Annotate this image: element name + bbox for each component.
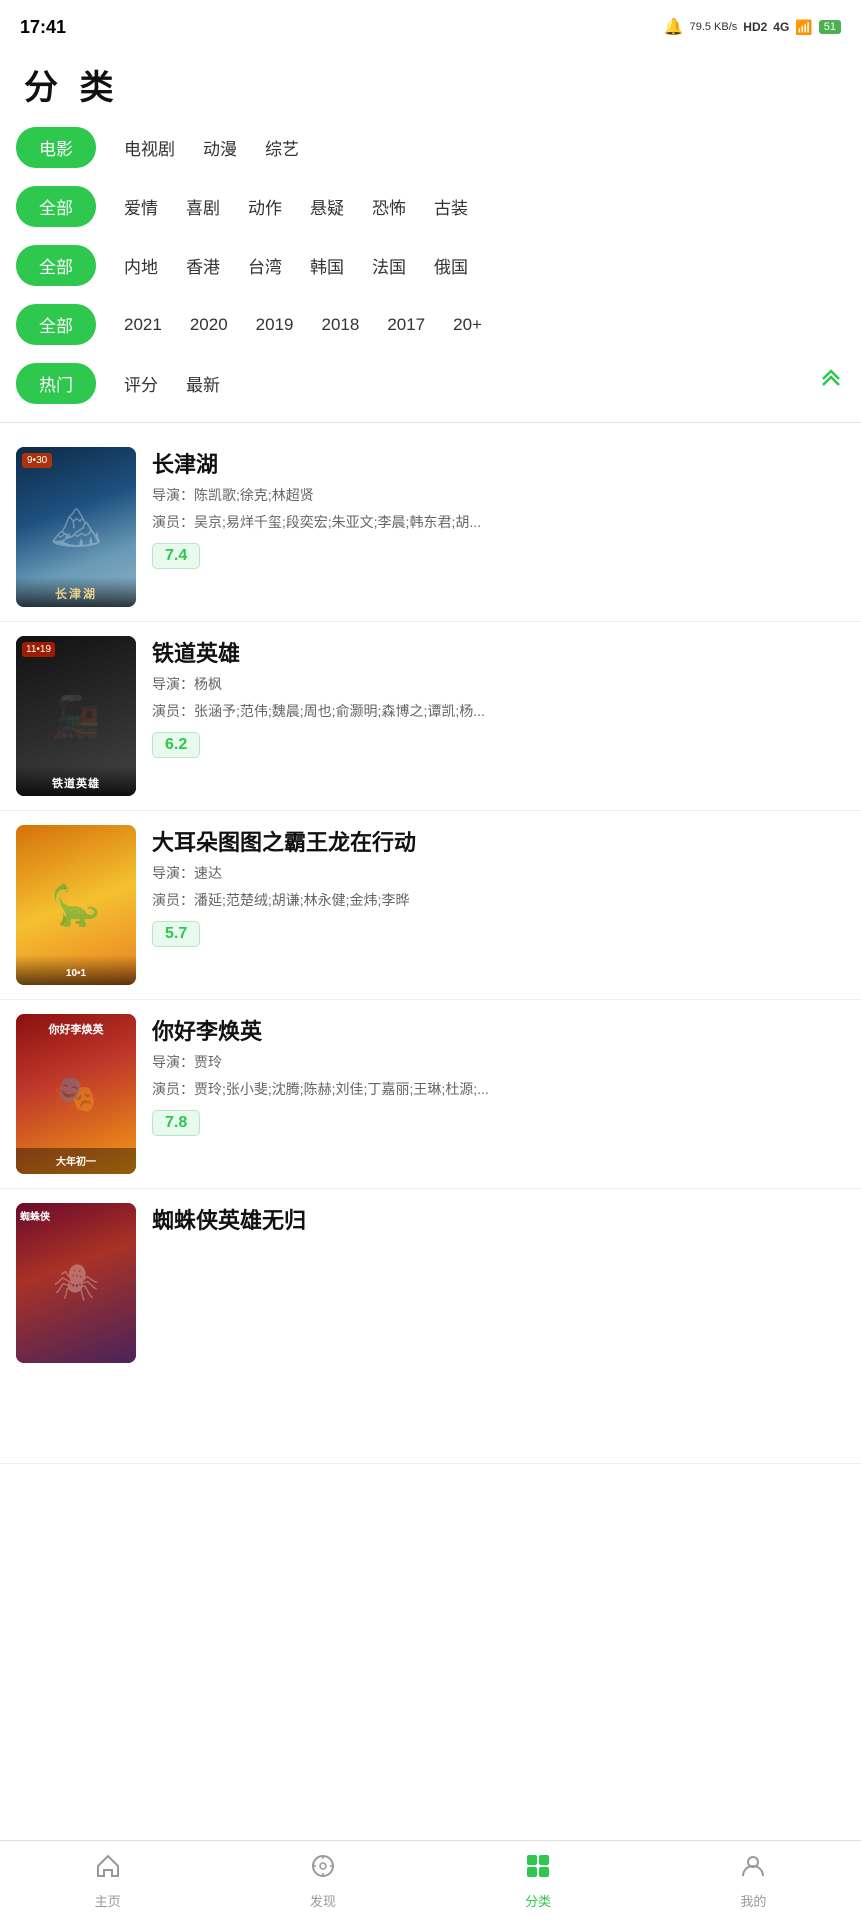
profile-icon — [739, 1852, 767, 1887]
notification-icon: 🔔 — [664, 17, 684, 37]
nav-profile-label: 我的 — [740, 1891, 766, 1910]
nav-category-label: 分类 — [525, 1891, 551, 1910]
movie-info-3: 大耳朵图图之霸王龙在行动 导演：速达 演员：潘延;范楚绒;胡谦;林永健;金炜;李… — [152, 825, 845, 947]
movie-poster-1: 长津湖 🏔 9•30 — [16, 447, 136, 607]
status-time: 17:41 — [20, 17, 66, 38]
movie-director-1: 导演：陈凯歌;徐克;林超贤 — [152, 485, 845, 506]
filter-newest[interactable]: 最新 — [186, 371, 220, 396]
movie-info-4: 你好李焕英 导演：贾玲 演员：贾玲;张小斐;沈腾;陈赫;刘佳;丁嘉丽;王琳;杜源… — [152, 1014, 845, 1136]
movie-poster-3: 🦕 10•1 — [16, 825, 136, 985]
filter-row-year: 全部 2021 2020 2019 2018 2017 20+ — [16, 304, 845, 345]
movie-poster-4: 🎭 大年初一 你好李焕英 — [16, 1014, 136, 1174]
movie-rating-2: 6.2 — [152, 732, 200, 758]
movie-list: 长津湖 🏔 9•30 长津湖 导演：陈凯歌;徐克;林超贤 演员：吴京;易烊千玺;… — [0, 423, 861, 1474]
movie-actors-2: 演员：张涵予;范伟;魏晨;周也;俞灏明;森博之;谭凯;杨... — [152, 701, 845, 722]
bottom-nav: 主页 发现 分类 我的 — [0, 1840, 861, 1920]
filter-rating[interactable]: 评分 — [124, 371, 158, 396]
filter-variety[interactable]: 综艺 — [265, 135, 299, 160]
filter-horror[interactable]: 恐怖 — [372, 194, 406, 219]
movie-item-3[interactable]: 🦕 10•1 大耳朵图图之霸王龙在行动 导演：速达 演员：潘延;范楚绒;胡谦;林… — [0, 811, 861, 1000]
filter-2021[interactable]: 2021 — [124, 315, 162, 335]
filter-france[interactable]: 法国 — [372, 253, 406, 278]
filter-tv-drama[interactable]: 电视剧 — [124, 135, 175, 160]
filter-active-hot[interactable]: 热门 — [16, 363, 96, 404]
battery-icon: 51 — [819, 20, 841, 34]
movie-actors-4: 演员：贾玲;张小斐;沈腾;陈赫;刘佳;丁嘉丽;王琳;杜源;... — [152, 1079, 845, 1100]
nav-home-label: 主页 — [95, 1891, 121, 1910]
movie-info-5: 蜘蛛侠英雄无归 — [152, 1203, 845, 1235]
filter-korea[interactable]: 韩国 — [310, 253, 344, 278]
nav-home[interactable]: 主页 — [0, 1841, 215, 1920]
movie-actors-1: 演员：吴京;易烊千玺;段奕宏;朱亚文;李晨;韩东君;胡... — [152, 512, 845, 533]
filter-section: 电影 电视剧 动漫 综艺 全部 爱情 喜剧 动作 悬疑 恐怖 古装 全部 内地 … — [0, 127, 861, 404]
filter-row-sort: 热门 评分 最新 — [16, 363, 845, 404]
movie-info-2: 铁道英雄 导演：杨枫 演员：张涵予;范伟;魏晨;周也;俞灏明;森博之;谭凯;杨.… — [152, 636, 845, 758]
filter-mystery[interactable]: 悬疑 — [310, 194, 344, 219]
signal-icon: 📶 — [795, 19, 812, 36]
status-bar: 17:41 🔔 79.5 KB/s HD2 4G 📶 51 — [0, 0, 861, 50]
movie-info-1: 长津湖 导演：陈凯歌;徐克;林超贤 演员：吴京;易烊千玺;段奕宏;朱亚文;李晨;… — [152, 447, 845, 569]
movie-rating-4: 7.8 — [152, 1110, 200, 1136]
movie-poster-5: 🕷 蜘蛛侠 — [16, 1203, 136, 1363]
nav-discover-label: 发现 — [310, 1891, 336, 1910]
movie-item-5[interactable]: 🕷 蜘蛛侠 蜘蛛侠英雄无归 — [0, 1189, 861, 1464]
movie-item-4[interactable]: 🎭 大年初一 你好李焕英 你好李焕英 导演：贾玲 演员：贾玲;张小斐;沈腾;陈赫… — [0, 1000, 861, 1189]
filter-row-region: 全部 内地 香港 台湾 韩国 法国 俄国 — [16, 245, 845, 286]
filter-hk[interactable]: 香港 — [186, 253, 220, 278]
filter-active-all-year[interactable]: 全部 — [16, 304, 96, 345]
filter-taiwan[interactable]: 台湾 — [248, 253, 282, 278]
filter-2018[interactable]: 2018 — [321, 315, 359, 335]
category-icon — [524, 1852, 552, 1887]
movie-poster-2: 🚂 铁道英雄 11•19 — [16, 636, 136, 796]
filter-active-movie[interactable]: 电影 — [16, 127, 96, 168]
filter-action[interactable]: 动作 — [248, 194, 282, 219]
filter-russia[interactable]: 俄国 — [434, 253, 468, 278]
movie-rating-1: 7.4 — [152, 543, 200, 569]
filter-romance[interactable]: 爱情 — [124, 194, 158, 219]
collapse-icon[interactable] — [817, 367, 845, 401]
filter-active-all-genre[interactable]: 全部 — [16, 186, 96, 227]
movie-director-2: 导演：杨枫 — [152, 674, 845, 695]
speed-indicator: 79.5 KB/s — [690, 21, 738, 33]
filter-2017[interactable]: 2017 — [387, 315, 425, 335]
filter-animation[interactable]: 动漫 — [203, 135, 237, 160]
movie-director-3: 导演：速达 — [152, 863, 845, 884]
status-icons: 🔔 79.5 KB/s HD2 4G 📶 51 — [664, 17, 841, 37]
filter-costume[interactable]: 古装 — [434, 194, 468, 219]
home-icon — [94, 1852, 122, 1887]
filter-row-content-type: 电影 电视剧 动漫 综艺 — [16, 127, 845, 168]
filter-row-genre: 全部 爱情 喜剧 动作 悬疑 恐怖 古装 — [16, 186, 845, 227]
movie-item-2[interactable]: 🚂 铁道英雄 11•19 铁道英雄 导演：杨枫 演员：张涵予;范伟;魏晨;周也;… — [0, 622, 861, 811]
movie-actors-3: 演员：潘延;范楚绒;胡谦;林永健;金炜;李晔 — [152, 890, 845, 911]
nav-profile[interactable]: 我的 — [646, 1841, 861, 1920]
filter-active-all-region[interactable]: 全部 — [16, 245, 96, 286]
discover-icon — [309, 1852, 337, 1887]
network-4g-icon: 4G — [773, 20, 789, 34]
filter-2016plus[interactable]: 20+ — [453, 315, 482, 335]
filter-2019[interactable]: 2019 — [256, 315, 294, 335]
movie-rating-3: 5.7 — [152, 921, 200, 947]
movie-title-2: 铁道英雄 — [152, 636, 845, 668]
nav-category[interactable]: 分类 — [431, 1841, 646, 1920]
movie-director-4: 导演：贾玲 — [152, 1052, 845, 1073]
nav-discover[interactable]: 发现 — [215, 1841, 430, 1920]
filter-mainland[interactable]: 内地 — [124, 253, 158, 278]
movie-title-1: 长津湖 — [152, 447, 845, 479]
movie-item-1[interactable]: 长津湖 🏔 9•30 长津湖 导演：陈凯歌;徐克;林超贤 演员：吴京;易烊千玺;… — [0, 433, 861, 622]
filter-2020[interactable]: 2020 — [190, 315, 228, 335]
movie-title-5: 蜘蛛侠英雄无归 — [152, 1203, 845, 1235]
movie-title-4: 你好李焕英 — [152, 1014, 845, 1046]
page-title: 分 类 — [0, 50, 861, 127]
filter-comedy[interactable]: 喜剧 — [186, 194, 220, 219]
movie-title-3: 大耳朵图图之霸王龙在行动 — [152, 825, 845, 857]
hd2-icon: HD2 — [743, 20, 767, 34]
